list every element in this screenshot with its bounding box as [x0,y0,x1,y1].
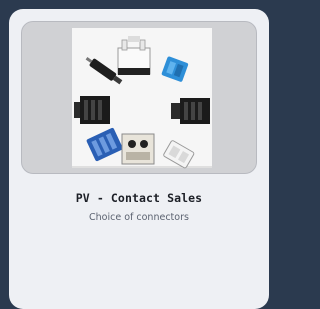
product-subtitle: Choice of connectors [89,212,189,223]
connectors-illustration [72,28,212,169]
white-connector [117,36,151,75]
product-card[interactable]: PV - Contact Sales Choice of connectors [9,9,269,309]
product-image[interactable] [21,21,257,174]
product-title[interactable]: PV - Contact Sales [9,191,269,205]
white-black-connector [121,133,155,165]
